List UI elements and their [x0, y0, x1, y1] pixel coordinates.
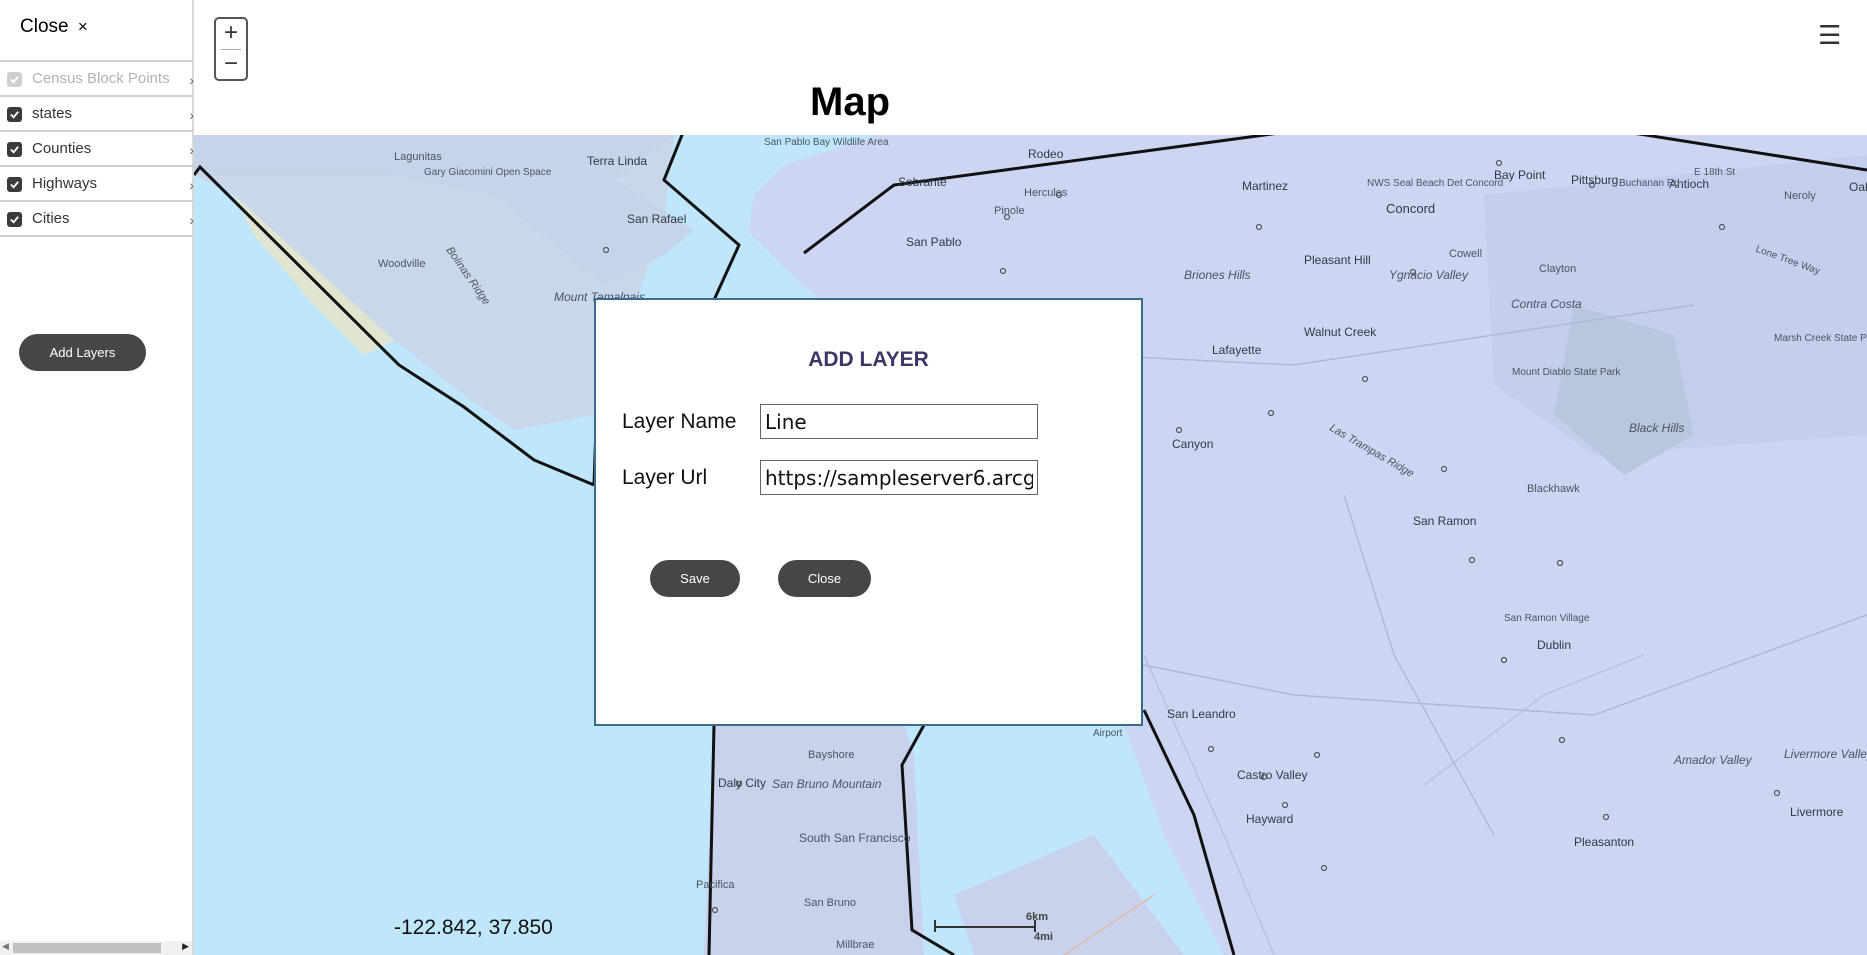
zoom-control: + − — [214, 17, 248, 81]
scrollbar-thumb[interactable] — [13, 943, 161, 953]
map-label: San Pablo Bay Wildlife Area — [764, 137, 889, 148]
map-label: San Bruno Mountain — [772, 777, 882, 791]
add-layer-dialog: ADD LAYER Layer Name Layer Url Save Clos… — [594, 298, 1143, 726]
map-label: San Rafael — [627, 212, 687, 226]
layer-item-counties[interactable]: Counties › — [0, 132, 194, 167]
map-label: Clayton — [1539, 263, 1577, 275]
zoom-out-button[interactable]: − — [216, 50, 246, 80]
layer-checkbox[interactable] — [7, 107, 22, 122]
dialog-close-button[interactable]: Close — [778, 560, 871, 597]
map-label: Pinole — [994, 205, 1025, 217]
map-label: San Ramon — [1413, 514, 1477, 528]
map-label: Amador Valley — [1674, 753, 1752, 767]
layer-list: Census Block Points › states › Counties … — [0, 60, 194, 237]
layer-url-label: Layer Url — [622, 466, 708, 489]
close-sidebar-button[interactable]: Close × — [20, 16, 88, 38]
layer-item-cities[interactable]: Cities › — [0, 202, 194, 237]
map-label: Rodeo — [1028, 147, 1064, 161]
map-label: Buchanan Rd — [1619, 178, 1680, 189]
map-label: Mount Diablo State Park — [1512, 367, 1621, 378]
map-label: Cowell — [1449, 248, 1483, 260]
map-label: Castro Valley — [1237, 768, 1308, 782]
map-label: Pacifica — [696, 879, 735, 891]
map-label: Black Hills — [1629, 421, 1685, 435]
zoom-in-button[interactable]: + — [216, 19, 246, 49]
map-label: Pittsburg — [1571, 173, 1619, 187]
map-label: Marsh Creek State Park (State Historic P… — [1774, 333, 1867, 344]
layer-checkbox[interactable] — [7, 72, 22, 87]
layer-label: Cities — [32, 210, 70, 227]
menu-icon[interactable]: ☰ — [1818, 20, 1841, 51]
map-label: Pleasant Hill — [1304, 253, 1371, 267]
scale-mi-label: 4mi — [1034, 931, 1053, 943]
map-label: Oakle — [1849, 180, 1867, 194]
map-label: Briones Hills — [1184, 268, 1251, 282]
layer-label: Census Block Points — [32, 70, 170, 87]
scale-tick — [934, 920, 936, 932]
map-label: South San Francisco — [799, 831, 911, 845]
scroll-right-icon[interactable]: ▶ — [182, 941, 189, 952]
coordinate-readout: -122.842, 37.850 — [394, 916, 553, 939]
scroll-left-icon[interactable]: ◀ — [2, 941, 9, 952]
map-label: San Leandro — [1167, 707, 1236, 721]
map-label: Ygnacio Valley — [1389, 268, 1468, 282]
layer-checkbox[interactable] — [7, 142, 22, 157]
map-label: Blackhawk — [1527, 483, 1580, 495]
layer-checkbox[interactable] — [7, 177, 22, 192]
map-label: San Bruno — [804, 897, 856, 909]
scale-bar: 6km 4mi — [934, 911, 1054, 943]
map-label: San Ramon Village — [1504, 613, 1590, 624]
page-title: Map — [810, 80, 890, 124]
sidebar-scrollbar[interactable]: ◀ ▶ — [0, 941, 192, 955]
layer-label: Highways — [32, 175, 98, 192]
map-label: Concord — [1386, 201, 1436, 216]
layer-name-input[interactable] — [760, 404, 1038, 439]
layer-item-highways[interactable]: Highways › — [0, 167, 194, 202]
map-label: Millbrae — [836, 939, 875, 951]
map-label: E 18th St — [1694, 167, 1736, 178]
map-label: Martinez — [1242, 179, 1289, 193]
map-label: Woodville — [378, 258, 426, 270]
layer-label: Counties — [32, 140, 92, 157]
close-sidebar-label: Close — [20, 16, 69, 37]
map-label: Terra Linda — [587, 154, 648, 168]
map-label: Dublin — [1537, 638, 1572, 652]
layer-name-label: Layer Name — [622, 410, 737, 433]
save-button[interactable]: Save — [650, 560, 740, 597]
map-label: NWS Seal Beach Det Concord — [1367, 178, 1503, 189]
map-label: Sobrante — [898, 175, 947, 189]
map-label: Daly City — [718, 776, 767, 790]
scale-km-label: 6km — [1026, 911, 1049, 923]
layer-url-input[interactable] — [760, 460, 1038, 495]
map-label: Livermore — [1790, 805, 1844, 819]
layer-label: states — [32, 105, 73, 122]
layer-item-census-block-points[interactable]: Census Block Points › — [0, 62, 194, 97]
layer-item-states[interactable]: states › — [0, 97, 194, 132]
scale-line — [934, 926, 1036, 928]
add-layers-button[interactable]: Add Layers — [19, 334, 146, 371]
map-label: Pleasanton — [1574, 835, 1635, 849]
map-label: Bayshore — [808, 749, 855, 761]
chevron-right-icon[interactable]: › — [189, 72, 194, 88]
map-label: Canyon — [1172, 437, 1214, 451]
map-label: Hercules — [1024, 187, 1068, 199]
layer-sidebar: Close × Census Block Points › states › C… — [0, 0, 194, 955]
dialog-title: ADD LAYER — [808, 348, 929, 371]
chevron-right-icon[interactable]: › — [189, 107, 194, 123]
map-label: Contra Costa — [1511, 297, 1582, 311]
map-label: Hayward — [1246, 812, 1294, 826]
close-icon: × — [77, 17, 88, 36]
map-label: Gary Giacomini Open Space — [424, 167, 552, 178]
map-label: San Pablo — [906, 235, 962, 249]
map-label: Livermore Valley — [1784, 747, 1867, 761]
map-label: Walnut Creek — [1304, 325, 1377, 339]
map-label: Lagunitas — [394, 151, 442, 163]
map-label: Lafayette — [1212, 343, 1262, 357]
map-label: Neroly — [1784, 190, 1816, 202]
layer-checkbox[interactable] — [7, 212, 22, 227]
map-label: Airport — [1093, 728, 1123, 739]
